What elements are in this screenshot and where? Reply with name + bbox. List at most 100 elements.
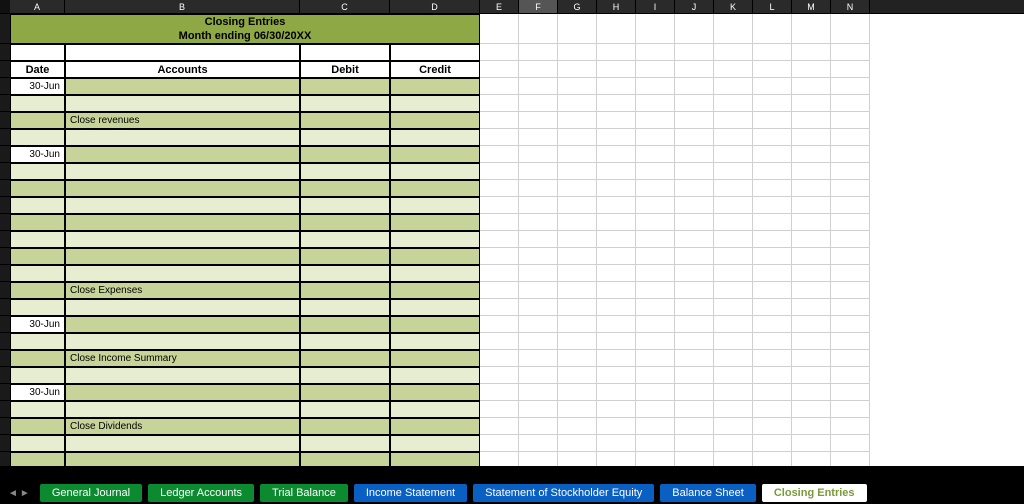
column-header-E[interactable]: E — [480, 0, 519, 13]
date-cell[interactable]: 30-Jun — [10, 384, 65, 401]
cell[interactable] — [831, 78, 870, 95]
account-cell[interactable] — [65, 146, 300, 163]
account-cell[interactable] — [65, 129, 300, 146]
cell[interactable] — [597, 418, 636, 435]
cell[interactable] — [753, 435, 792, 452]
debit-cell[interactable] — [300, 418, 390, 435]
column-header-B[interactable]: B — [65, 0, 300, 13]
cell[interactable] — [753, 14, 792, 44]
cell[interactable] — [753, 265, 792, 282]
cell[interactable] — [675, 95, 714, 112]
cell[interactable] — [792, 435, 831, 452]
cell[interactable] — [636, 248, 675, 265]
cell[interactable] — [636, 197, 675, 214]
cell[interactable] — [792, 248, 831, 265]
cell[interactable] — [558, 435, 597, 452]
cell[interactable] — [519, 435, 558, 452]
cell[interactable] — [597, 14, 636, 44]
cell[interactable] — [753, 316, 792, 333]
row-header[interactable] — [0, 265, 10, 282]
sheet-tab-closing-entries[interactable]: Closing Entries — [762, 484, 867, 502]
cell[interactable] — [519, 248, 558, 265]
cell[interactable] — [480, 231, 519, 248]
cell[interactable] — [519, 401, 558, 418]
cell[interactable] — [714, 435, 753, 452]
cell[interactable] — [753, 384, 792, 401]
cell[interactable] — [831, 61, 870, 78]
credit-cell[interactable] — [390, 367, 480, 384]
cell[interactable] — [558, 350, 597, 367]
cell[interactable] — [831, 14, 870, 44]
cell[interactable] — [675, 435, 714, 452]
cell[interactable] — [831, 282, 870, 299]
account-cell[interactable] — [65, 333, 300, 350]
cell[interactable] — [597, 214, 636, 231]
row-header[interactable] — [0, 129, 10, 146]
cell[interactable] — [753, 333, 792, 350]
cell[interactable] — [714, 231, 753, 248]
cell[interactable] — [558, 146, 597, 163]
debit-cell[interactable] — [300, 282, 390, 299]
cell[interactable] — [597, 316, 636, 333]
cell[interactable] — [558, 333, 597, 350]
row-header[interactable] — [0, 384, 10, 401]
date-cell[interactable] — [10, 214, 65, 231]
debit-cell[interactable] — [300, 78, 390, 95]
cell[interactable] — [636, 163, 675, 180]
cell[interactable] — [480, 452, 519, 466]
cell[interactable] — [480, 282, 519, 299]
date-cell[interactable] — [10, 401, 65, 418]
cell[interactable] — [753, 112, 792, 129]
header-date[interactable]: Date — [10, 61, 65, 78]
cell[interactable] — [636, 146, 675, 163]
cell[interactable] — [636, 418, 675, 435]
cell[interactable] — [792, 180, 831, 197]
cell[interactable] — [792, 197, 831, 214]
cell[interactable] — [831, 418, 870, 435]
debit-cell[interactable] — [300, 95, 390, 112]
cell[interactable] — [636, 44, 675, 61]
cell[interactable] — [597, 350, 636, 367]
row-header[interactable] — [0, 333, 10, 350]
credit-cell[interactable] — [390, 214, 480, 231]
debit-cell[interactable] — [300, 163, 390, 180]
account-cell[interactable] — [65, 384, 300, 401]
account-cell[interactable] — [65, 316, 300, 333]
column-header-G[interactable]: G — [558, 0, 597, 13]
cell[interactable] — [519, 299, 558, 316]
credit-cell[interactable] — [390, 265, 480, 282]
credit-cell[interactable] — [390, 180, 480, 197]
cell[interactable] — [753, 350, 792, 367]
cell[interactable] — [558, 163, 597, 180]
debit-cell[interactable] — [300, 401, 390, 418]
cell[interactable] — [831, 180, 870, 197]
cell[interactable] — [597, 282, 636, 299]
cell[interactable] — [831, 214, 870, 231]
cell[interactable] — [831, 265, 870, 282]
cell[interactable] — [831, 333, 870, 350]
account-cell[interactable] — [65, 299, 300, 316]
cell[interactable] — [792, 61, 831, 78]
cell[interactable] — [831, 350, 870, 367]
cell[interactable] — [675, 78, 714, 95]
date-cell[interactable] — [10, 299, 65, 316]
cell[interactable] — [597, 180, 636, 197]
cell[interactable] — [636, 95, 675, 112]
cell[interactable] — [558, 367, 597, 384]
cell[interactable] — [675, 299, 714, 316]
cell[interactable] — [480, 333, 519, 350]
row-header[interactable] — [0, 367, 10, 384]
row-header[interactable] — [0, 180, 10, 197]
cell[interactable] — [519, 180, 558, 197]
cell[interactable] — [636, 61, 675, 78]
date-cell[interactable] — [10, 435, 65, 452]
cell[interactable] — [714, 61, 753, 78]
cell[interactable] — [792, 129, 831, 146]
cell[interactable] — [753, 231, 792, 248]
cell[interactable] — [519, 452, 558, 466]
cell[interactable] — [792, 214, 831, 231]
cell[interactable] — [675, 231, 714, 248]
cell[interactable] — [558, 316, 597, 333]
cell[interactable] — [714, 146, 753, 163]
sheet-tab-balance-sheet[interactable]: Balance Sheet — [660, 484, 756, 502]
